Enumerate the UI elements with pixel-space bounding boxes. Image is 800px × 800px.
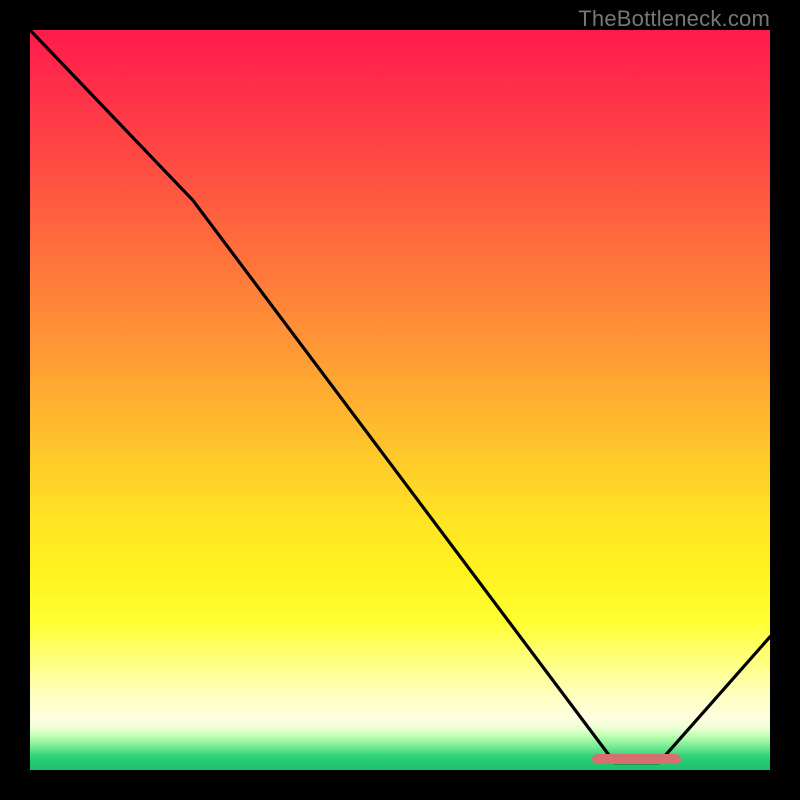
curve-path <box>30 30 770 763</box>
bottleneck-curve <box>30 30 770 770</box>
optimal-range-marker <box>592 754 681 764</box>
plot-area <box>30 30 770 770</box>
watermark-label: TheBottleneck.com <box>578 6 770 32</box>
chart-container: TheBottleneck.com <box>0 0 800 800</box>
